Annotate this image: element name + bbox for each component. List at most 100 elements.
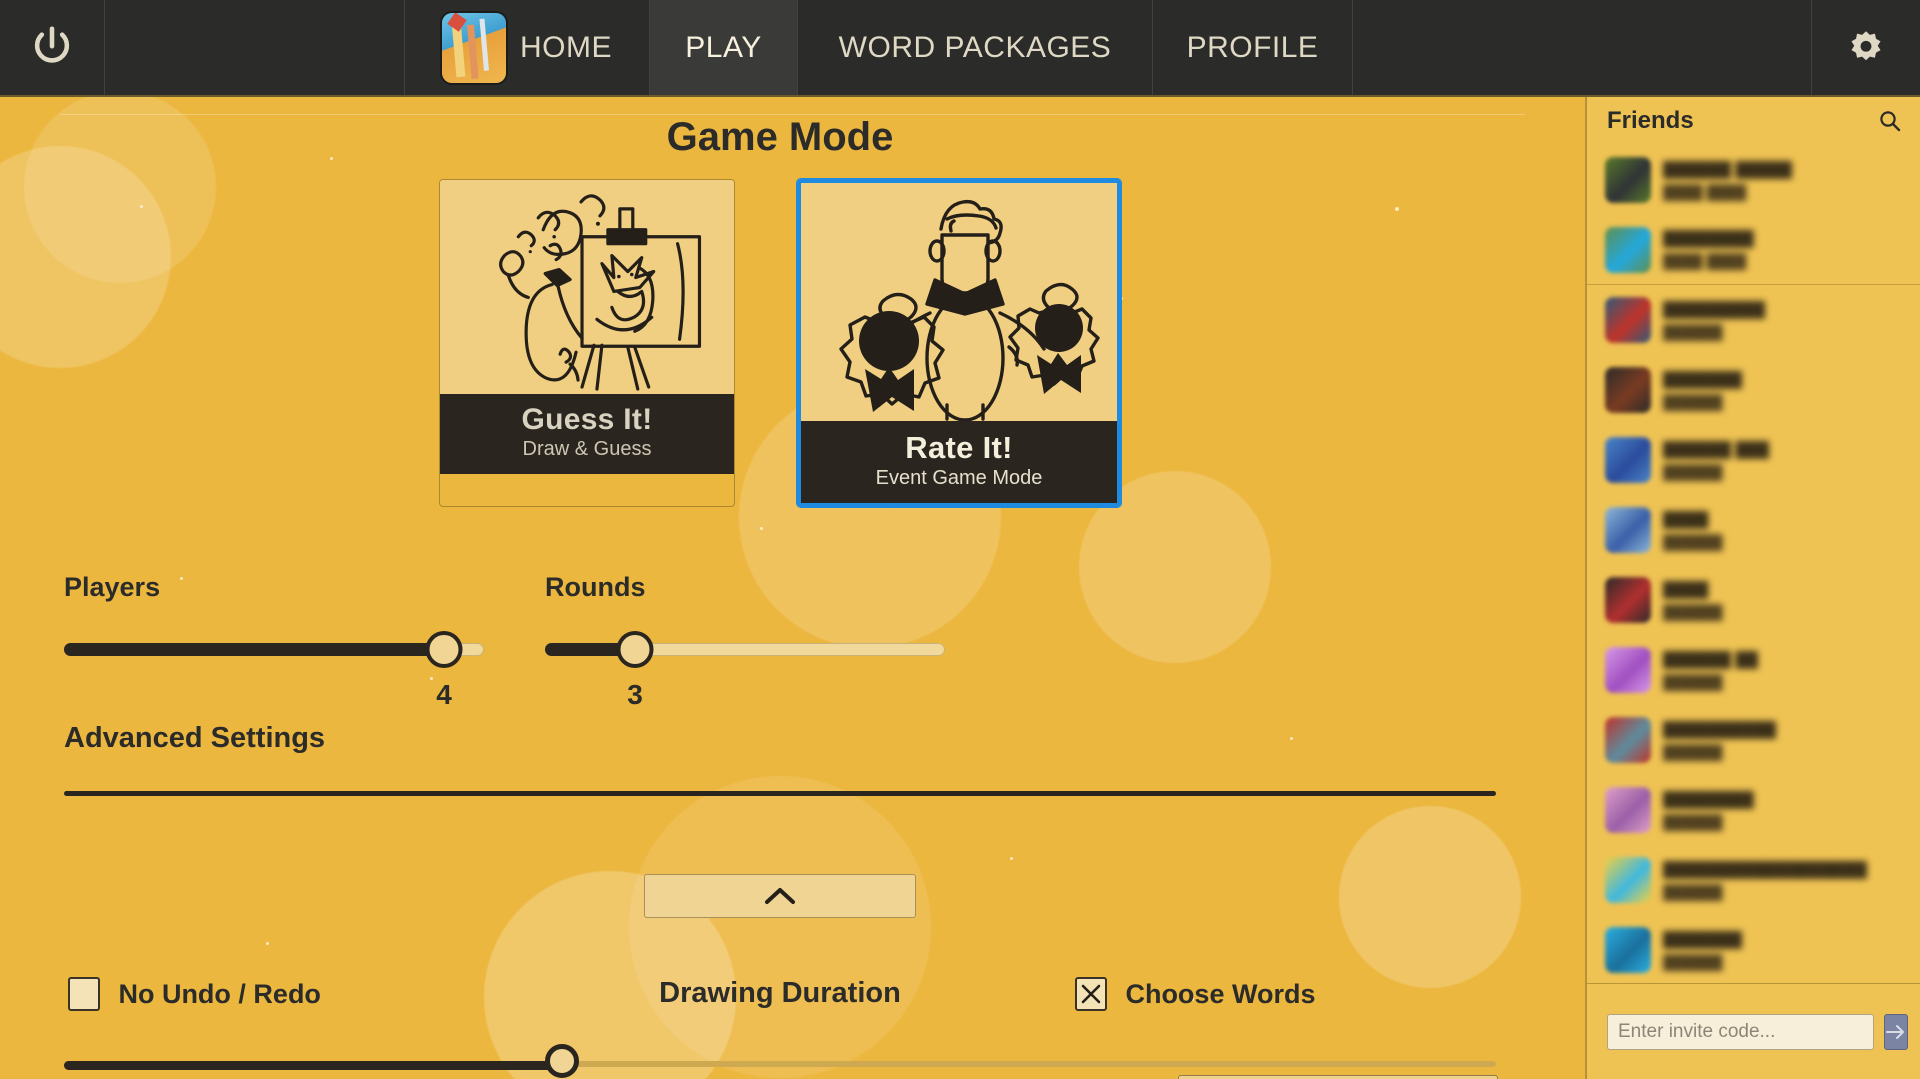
- friend-name: ██████████████████: [1663, 860, 1868, 878]
- confirm-settings-button[interactable]: Confirm Settings: [1178, 1075, 1498, 1079]
- search-icon[interactable]: [1878, 109, 1902, 133]
- rounds-slider[interactable]: 3: [545, 627, 945, 710]
- friend-status: ██████: [1663, 533, 1723, 550]
- friend-info: ███████ ██████: [1663, 371, 1742, 410]
- friend-list-item[interactable]: ████ ██████: [1587, 565, 1920, 635]
- friend-status: ██████: [1663, 393, 1723, 410]
- game-mode-card-row: Guess It! Draw & Guess Rate It! Event Ga…: [0, 179, 1560, 507]
- friend-info: ████████ ████ ████: [1663, 230, 1754, 269]
- friend-list-item[interactable]: ████████ ████ ████: [1587, 215, 1920, 285]
- option-choose-words[interactable]: Choose Words: [1075, 977, 1315, 1011]
- app-logo-icon: [442, 12, 506, 83]
- top-navigation-bar: HOME PLAY WORD PACKAGES PROFILE: [0, 0, 1920, 97]
- friend-list-item[interactable]: ██████ █████ ████ ████: [1587, 145, 1920, 215]
- drawing-duration-slider[interactable]: [64, 1043, 1496, 1079]
- nav-spacer: [105, 0, 405, 95]
- avatar: [1605, 787, 1651, 833]
- players-label: Players: [64, 572, 161, 602]
- nav-item-profile[interactable]: PROFILE: [1153, 0, 1353, 95]
- friend-name: █████████: [1663, 300, 1766, 318]
- nav-label-profile: PROFILE: [1186, 30, 1319, 64]
- settings-button[interactable]: [1812, 0, 1920, 95]
- friend-name: ██████ ██: [1663, 650, 1759, 668]
- rate-it-label-block: Rate It! Event Game Mode: [801, 421, 1117, 503]
- friends-list[interactable]: ██████ █████ ████ ████ ████████ ████ ████ ██…: [1587, 145, 1920, 983]
- friend-list-item[interactable]: ████ ██████: [1587, 495, 1920, 565]
- friend-list-item[interactable]: ██████ ██ ██████: [1587, 635, 1920, 705]
- decor-star: [266, 942, 269, 945]
- choose-words-checkbox[interactable]: [1075, 977, 1107, 1011]
- friend-list-item[interactable]: ██████████ ██████: [1587, 705, 1920, 775]
- friend-info: ██████ ██ ██████: [1663, 651, 1758, 690]
- friend-status: ██████: [1663, 323, 1723, 340]
- players-slider-knob[interactable]: [425, 631, 463, 668]
- game-mode-card-rate-it[interactable]: Rate It! Event Game Mode: [797, 179, 1121, 507]
- avatar: [1605, 507, 1651, 553]
- avatar: [1605, 717, 1651, 763]
- guess-it-title: Guess It!: [521, 403, 653, 436]
- invite-submit-button[interactable]: [1884, 1013, 1908, 1050]
- friend-info: █████████ ██████: [1663, 301, 1765, 340]
- decor-star: [760, 527, 763, 530]
- friend-name: ████████: [1663, 790, 1754, 808]
- friend-name: ████████: [1663, 230, 1754, 247]
- friend-info: ████ ██████: [1663, 511, 1723, 550]
- nav-item-play[interactable]: PLAY: [650, 0, 798, 95]
- rounds-label: Rounds: [545, 572, 646, 602]
- artist-easel-icon: [499, 194, 702, 391]
- choose-words-label: Choose Words: [1125, 978, 1316, 1009]
- friend-list-item[interactable]: ██████ ███ ██████: [1587, 425, 1920, 495]
- avatar: [1605, 226, 1651, 273]
- main-panel: Game Mode Guess It! Draw & Guess Rate It…: [0, 97, 1585, 1079]
- friend-status: ██████: [1663, 603, 1723, 620]
- nav-item-word-packages[interactable]: WORD PACKAGES: [798, 0, 1153, 95]
- friend-list-item[interactable]: ███████ ██████: [1587, 355, 1920, 425]
- friend-name: ████: [1663, 510, 1709, 528]
- friend-name: ███████: [1663, 930, 1743, 948]
- friend-status: ████ ████: [1663, 183, 1747, 200]
- power-icon: [34, 25, 70, 63]
- invite-code-input[interactable]: [1607, 1013, 1874, 1050]
- game-mode-card-guess-it[interactable]: Guess It! Draw & Guess: [439, 179, 735, 507]
- rounds-slider-knob[interactable]: [616, 631, 654, 668]
- avatar: [1605, 927, 1651, 973]
- friend-status: ██████: [1663, 743, 1723, 760]
- rounds-value: 3: [627, 679, 643, 710]
- drawing-duration-fill: [64, 1061, 562, 1070]
- friend-status: ██████: [1663, 463, 1723, 480]
- avatar: [1605, 437, 1651, 483]
- friend-status: ██████: [1663, 673, 1723, 690]
- friends-sidebar: Friends ██████ █████ ████ ████ ████████ ███…: [1585, 97, 1920, 1079]
- friend-info: ██████████████████ ██████: [1663, 861, 1867, 900]
- friend-list-item[interactable]: ██████████████████ ██████: [1587, 845, 1920, 915]
- friend-name: ██████████: [1663, 720, 1777, 738]
- avatar: [1605, 297, 1651, 343]
- friend-name: ██████ █████: [1663, 160, 1793, 178]
- nav-label-play: PLAY: [685, 30, 762, 64]
- decor-star: [1290, 737, 1293, 740]
- friend-list-item[interactable]: ███████ ██████: [1587, 915, 1920, 983]
- nav-item-home[interactable]: HOME: [405, 0, 650, 95]
- friend-list-item[interactable]: ████████ ██████: [1587, 775, 1920, 845]
- advanced-settings-collapse-button[interactable]: [644, 874, 916, 918]
- rounds-setting: Rounds 3: [545, 572, 945, 710]
- nav-label-word-packages: WORD PACKAGES: [838, 30, 1112, 64]
- rate-it-subtitle: Event Game Mode: [875, 467, 1043, 489]
- avatar: [1605, 857, 1651, 903]
- drawing-duration-knob[interactable]: [545, 1044, 579, 1078]
- avatar: [1605, 367, 1651, 413]
- rate-it-illustration: [801, 183, 1117, 421]
- players-setting: Players 4: [64, 572, 484, 710]
- guess-it-label-block: Guess It! Draw & Guess: [440, 394, 734, 474]
- friend-list-item[interactable]: █████████ ██████: [1587, 285, 1920, 355]
- power-button[interactable]: [0, 0, 105, 95]
- friends-header: Friends: [1587, 97, 1920, 145]
- page-title: Game Mode: [666, 115, 894, 159]
- avatar: [1605, 577, 1651, 623]
- friend-info: ██████ ███ ██████: [1663, 441, 1769, 480]
- arrow-right-icon: [1886, 1024, 1904, 1039]
- players-slider[interactable]: 4: [64, 627, 484, 710]
- avatar: [1605, 157, 1651, 203]
- friend-info: ████ ██████: [1663, 581, 1723, 620]
- friend-status: ██████: [1663, 883, 1723, 900]
